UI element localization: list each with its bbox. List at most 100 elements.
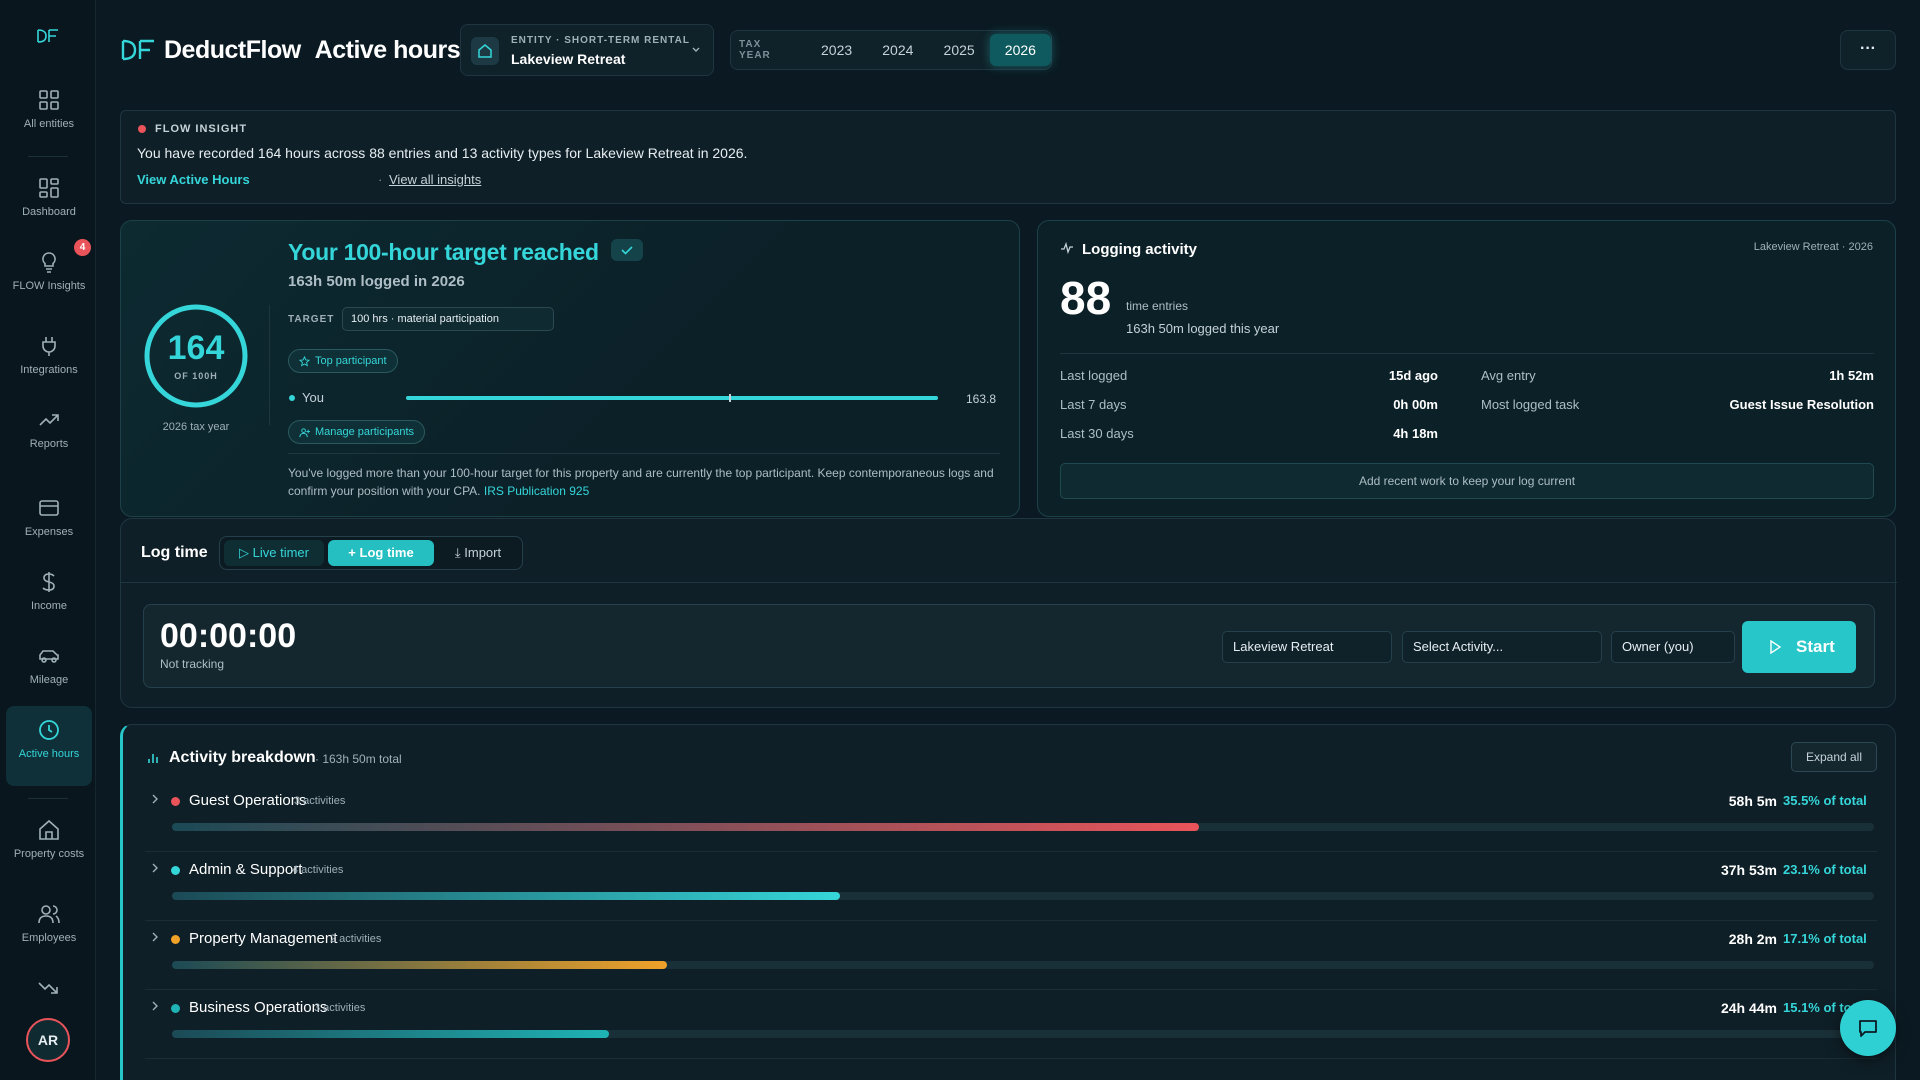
tax-year-option-2026[interactable]: 2026	[989, 34, 1052, 66]
tab-label: Log time	[359, 545, 414, 560]
tab-label: Import	[464, 545, 502, 560]
divider	[1060, 353, 1874, 354]
sidebar-item-income[interactable]: Income	[6, 570, 92, 612]
sidebar-item-active-hours[interactable]: Active hours	[6, 706, 92, 786]
chat-icon	[1859, 1020, 1877, 1037]
manage-participants-label: Manage participants	[315, 426, 415, 438]
category-row[interactable]: Business Operations 3 activities 24h 44m 15…	[145, 990, 1877, 1059]
brand-name: DeductFlow	[164, 35, 301, 64]
lightbulb-icon	[42, 252, 56, 273]
divider	[288, 453, 1000, 454]
avatar[interactable]: AR	[26, 1018, 70, 1062]
category-activity-count: 3 activities	[314, 1002, 366, 1014]
view-all-insights-link[interactable]: View all insights	[389, 172, 481, 187]
tax-year-option-2024[interactable]: 2024	[867, 34, 928, 66]
insight-label: FLOW INSIGHT	[155, 123, 248, 135]
logged-this-year: 163h 50m logged this year	[1126, 321, 1280, 336]
chevron-right-icon[interactable]	[149, 862, 161, 874]
trend-down-icon[interactable]	[36, 976, 60, 1000]
sidebar-item-label: FLOW Insights	[12, 280, 86, 292]
sidebar-item-expenses[interactable]: Expenses	[6, 496, 92, 538]
stat-value-avg-entry: 1h 52m	[1829, 368, 1874, 383]
stat-value-most-logged-task: Guest Issue Resolution	[1729, 397, 1874, 412]
check-icon	[611, 239, 643, 261]
property-select[interactable]: Lakeview Retreat	[1222, 631, 1392, 663]
log-time-title: Log time	[141, 544, 208, 561]
category-hours: 58h 5m	[1728, 793, 1777, 809]
divider	[269, 305, 270, 425]
category-activity-count: 2 activities	[330, 933, 382, 945]
category-percent: 35.5% of total	[1783, 793, 1867, 808]
category-hours: 37h 53m	[1720, 862, 1777, 878]
chevron-right-icon[interactable]	[149, 793, 161, 805]
sidebar-item-label: Active hours	[18, 748, 80, 760]
target-value-pill[interactable]: 100 hrs · material participation	[342, 307, 554, 331]
add-recent-work-button[interactable]: Add recent work to keep your log current	[1060, 463, 1874, 499]
category-row[interactable]: Property Management 2 activities 28h 2m 17.…	[145, 921, 1877, 990]
tax-year-label: TAX YEAR	[739, 39, 771, 61]
irs-publication-link[interactable]: IRS Publication 925	[484, 484, 589, 498]
sidebar-item-label: Mileage	[29, 674, 69, 686]
play-icon	[1770, 640, 1782, 654]
participant-progress-fill	[406, 396, 938, 400]
sidebar-item-employees[interactable]: Employees	[6, 902, 92, 944]
chat-button[interactable]	[1840, 1000, 1896, 1056]
activity-breakdown-title: Activity breakdown	[169, 749, 316, 766]
owner-select[interactable]: Owner (you)	[1611, 631, 1735, 663]
stat-value-last-7-days: 0h 00m	[1393, 397, 1438, 412]
category-activity-count: 4 activities	[292, 864, 344, 876]
sidebar-item-integrations[interactable]: Integrations	[6, 334, 92, 376]
deductflow-logo-icon[interactable]	[36, 28, 60, 44]
entity-value: Lakeview Retreat	[511, 51, 626, 67]
sidebar-item-label: Dashboard	[22, 206, 76, 218]
deductflow-logo-icon	[121, 39, 154, 61]
car-icon	[39, 650, 59, 663]
category-row[interactable]: Admin & Support 4 activities 37h 53m 23.1% …	[145, 852, 1877, 921]
logging-activity-card: Logging activity Lakeview Retreat · 2026…	[1037, 220, 1896, 517]
sidebar-item-property-costs[interactable]: Property costs	[6, 818, 92, 860]
divider	[121, 582, 1897, 583]
target-subtitle: 163h 50m logged in 2026	[288, 273, 465, 290]
sidebar-item-dashboard[interactable]: Dashboard	[6, 176, 92, 218]
category-color-dot	[171, 935, 180, 944]
more-options-button[interactable]: ···	[1840, 30, 1896, 70]
sidebar-item-flow-insights[interactable]: FLOW Insights	[6, 250, 92, 292]
target-note-text: You've logged more than your 100-hour ta…	[288, 466, 994, 498]
bar-chart-icon	[148, 754, 158, 763]
sidebar-item-mileage[interactable]: Mileage	[6, 644, 92, 686]
tax-year-option-2023[interactable]: 2023	[806, 34, 867, 66]
dollar-icon	[42, 572, 55, 592]
chevron-right-icon[interactable]	[149, 931, 161, 943]
star-icon	[299, 356, 310, 367]
category-percent: 17.1% of total	[1783, 931, 1867, 946]
sidebar-divider	[28, 156, 68, 157]
tab-live-timer[interactable]: ▷ Live timer	[224, 540, 324, 566]
insight-separator: ·	[378, 172, 383, 187]
chevron-right-icon[interactable]	[149, 1000, 161, 1012]
category-name: Business Operations	[189, 999, 328, 1016]
start-timer-button[interactable]: Start	[1742, 621, 1856, 673]
view-active-hours-link[interactable]: View Active Hours	[137, 172, 250, 187]
manage-participants-button[interactable]: Manage participants	[288, 420, 426, 444]
tab-import[interactable]: ⤓ Import	[438, 540, 518, 566]
sidebar-item-label: Property costs	[13, 848, 85, 860]
expand-all-button[interactable]: Expand all	[1791, 742, 1877, 772]
participant-hours: 163.8	[966, 392, 997, 406]
activity-select[interactable]: Select Activity...	[1402, 631, 1602, 663]
trend-up-icon	[39, 414, 59, 426]
category-name: Property Management	[189, 930, 338, 947]
stat-label-avg-entry: Avg entry	[1481, 368, 1536, 383]
tax-year-option-2025[interactable]: 2025	[928, 34, 989, 66]
insight-text: You have recorded 164 hours across 88 en…	[137, 145, 748, 161]
user-add-icon	[299, 428, 310, 438]
sidebar-item-label: Employees	[21, 932, 77, 944]
tax-year-selector: TAX YEAR 2023 2024 2025 2026	[730, 30, 1052, 70]
home-icon	[39, 819, 59, 840]
sidebar-item-reports[interactable]: Reports	[6, 408, 92, 450]
category-row[interactable]: Guest Operations 3 activities 58h 5m 35.5% …	[145, 783, 1877, 852]
tab-log-time[interactable]: + Log time	[328, 540, 434, 566]
sidebar-item-all-entities[interactable]: All entities	[6, 88, 92, 140]
target-title: Your 100-hour target reached	[288, 239, 599, 265]
entity-selector[interactable]: ENTITY · SHORT-TERM RENTAL Lakeview Retr…	[460, 24, 714, 76]
category-bar-fill	[172, 1030, 609, 1038]
